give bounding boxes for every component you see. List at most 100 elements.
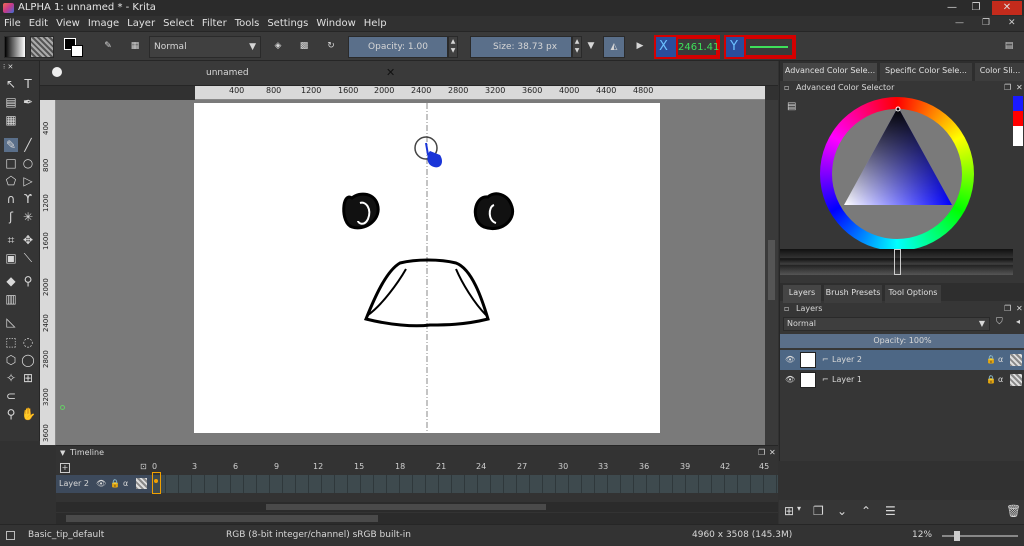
eraser-icon[interactable]: ◈: [267, 36, 289, 58]
tab-color-sliders[interactable]: Color Sli...: [975, 63, 1024, 81]
layer-opacity-slider[interactable]: Opacity: 100%: [780, 334, 1024, 348]
timeline-float-icon[interactable]: ❐: [758, 448, 765, 457]
menu-image[interactable]: Image: [84, 16, 123, 32]
menu-edit[interactable]: Edit: [25, 16, 52, 32]
timeline-add-icon[interactable]: +: [60, 463, 70, 473]
bezier-select-icon[interactable]: ⊂: [4, 389, 18, 403]
close-icon[interactable]: ✕: [992, 1, 1022, 15]
multibrush-icon[interactable]: ✳: [21, 210, 35, 224]
layers-checkbox-icon[interactable]: ▫: [784, 304, 789, 313]
timeline-frames-grid[interactable]: [153, 475, 778, 493]
edit-brush-icon[interactable]: ✎: [96, 36, 120, 58]
timeline-current-frame[interactable]: [152, 472, 161, 494]
minimize-icon[interactable]: —: [942, 1, 962, 15]
tab-advanced-color-selector[interactable]: Advanced Color Sele...: [783, 63, 877, 81]
gradient-preset-button[interactable]: [4, 36, 26, 58]
magic-wand-icon[interactable]: ✧: [4, 371, 18, 385]
select-shapes-icon[interactable]: ↖: [4, 77, 18, 91]
timeline-collapse-icon[interactable]: ▼: [60, 449, 65, 457]
dynamic-brush-icon[interactable]: ʃ: [4, 210, 18, 224]
menu-view[interactable]: View: [52, 16, 84, 32]
transform-tool-icon[interactable]: ▣: [4, 251, 18, 265]
line-tool-icon[interactable]: ╱: [21, 138, 35, 152]
rect-select-icon[interactable]: ⬚: [4, 335, 18, 349]
ellipse-tool-icon[interactable]: ○: [21, 156, 35, 170]
layer-lock-icon[interactable]: 🔒: [986, 350, 996, 370]
size-slider[interactable]: Size: 38.73 px: [470, 36, 572, 58]
visibility-eye-icon[interactable]: 👁: [785, 370, 795, 390]
layer-alpha-icon[interactable]: α: [998, 350, 1003, 370]
tab-specific-color-selector[interactable]: Specific Color Sele...: [880, 63, 972, 81]
visibility-eye-icon[interactable]: 👁: [785, 350, 795, 370]
preserve-alpha-icon[interactable]: ▩: [293, 36, 315, 58]
freehand-path-icon[interactable]: ϒ: [21, 192, 35, 206]
duplicate-layer-icon[interactable]: ❐: [813, 504, 824, 518]
move-layer-up-icon[interactable]: ⌃: [861, 504, 871, 518]
opacity-stepper[interactable]: ▲ ▼: [448, 36, 458, 58]
timeline-scrollbar-thumb[interactable]: [266, 504, 546, 510]
zoom-tool-icon[interactable]: ⚲: [4, 407, 18, 421]
layers-float-icon[interactable]: ❐: [1004, 304, 1011, 313]
restore-icon[interactable]: ❐: [966, 1, 986, 15]
tab-tool-options[interactable]: Tool Options: [885, 285, 941, 303]
color-selector-settings-icon[interactable]: ▤: [787, 101, 796, 112]
rectangle-tool-icon[interactable]: □: [4, 156, 18, 170]
tab-layers[interactable]: Layers: [783, 285, 821, 303]
fill-tool-icon[interactable]: ◆: [4, 274, 18, 288]
layer-options-icon[interactable]: ◂: [1016, 317, 1020, 326]
layer-blend-mode-select[interactable]: Normal ▼: [783, 317, 990, 331]
background-color-swatch[interactable]: [71, 45, 83, 57]
delete-layer-icon[interactable]: 🗑: [1006, 504, 1021, 518]
gradient-tool-icon[interactable]: ▦: [4, 113, 18, 127]
color-select-icon[interactable]: ⊞: [21, 371, 35, 385]
reload-preset-icon[interactable]: ↻: [320, 36, 342, 58]
layer-name[interactable]: Layer 2: [832, 350, 862, 370]
shade-selector-cursor[interactable]: [894, 249, 901, 275]
add-layer-icon[interactable]: ⊞: [784, 504, 794, 518]
polyline-tool-icon[interactable]: ▷: [21, 174, 35, 188]
layer-alpha-icon[interactable]: α: [998, 370, 1003, 390]
bezier-tool-icon[interactable]: ∩: [4, 192, 18, 206]
menu-minimize-icon[interactable]: —: [955, 18, 964, 28]
docker-checkbox-icon[interactable]: ▫: [784, 83, 789, 92]
menu-layer[interactable]: Layer: [123, 16, 159, 32]
crop-tool-icon[interactable]: ⌗: [4, 233, 18, 247]
timeline-eye-icon[interactable]: 👁: [96, 475, 106, 493]
layer-inherit-alpha-icon[interactable]: [1010, 374, 1022, 386]
timeline-lock-icon[interactable]: 🔒: [110, 475, 120, 493]
layer-filter-icon[interactable]: ⛉: [996, 317, 1003, 327]
menu-restore-icon[interactable]: ❐: [982, 18, 990, 28]
layer-inherit-alpha-icon[interactable]: [1010, 354, 1022, 366]
move-tool-icon[interactable]: ✥: [21, 233, 35, 247]
color-triangle[interactable]: [840, 105, 956, 209]
menu-help[interactable]: Help: [360, 16, 391, 32]
menu-close-icon[interactable]: ✕: [1008, 18, 1016, 28]
layer-lock-icon[interactable]: 🔒: [986, 370, 996, 390]
mirror-vertical-icon[interactable]: ▶: [629, 36, 651, 58]
toolbar-menu-icon[interactable]: ▤: [998, 36, 1020, 58]
pattern-preset-button[interactable]: [30, 36, 54, 58]
size-stepper[interactable]: ▲ ▼: [572, 36, 582, 58]
layer-name[interactable]: Layer 1: [832, 370, 862, 390]
edit-shapes-icon[interactable]: ▤: [4, 95, 18, 109]
color-history-strip[interactable]: [1013, 96, 1023, 146]
canvas-hscroll-thumb[interactable]: [66, 515, 378, 522]
pan-tool-icon[interactable]: ✋: [21, 407, 36, 421]
canvas-drawing[interactable]: [194, 103, 660, 433]
timeline-settings-icon[interactable]: ⊡: [140, 462, 147, 471]
measure-tool-icon[interactable]: ⟍: [21, 251, 35, 265]
y-coordinate-field[interactable]: Y: [724, 35, 796, 59]
scrollbar-thumb[interactable]: [768, 240, 775, 300]
zoom-slider-handle[interactable]: [954, 531, 960, 541]
layers-close-icon[interactable]: ✕: [1016, 304, 1023, 313]
timeline-layer-row[interactable]: Layer 2 👁 🔒 α: [56, 475, 153, 493]
blend-mode-select[interactable]: Normal ▼: [149, 36, 261, 58]
pattern-tool-icon[interactable]: ▥: [4, 292, 18, 306]
timeline-close-icon[interactable]: ✕: [769, 448, 776, 457]
color-picker-icon[interactable]: ⚲: [21, 274, 35, 288]
timeline-inherit-alpha-icon[interactable]: [136, 478, 147, 489]
x-coordinate-field[interactable]: X 2461.41: [654, 35, 720, 59]
layer-row[interactable]: 👁 ⌐ Layer 2 🔒 α: [780, 350, 1024, 370]
layer-row[interactable]: 👁 ⌐ Layer 1 🔒 α: [780, 370, 1024, 390]
menu-tools[interactable]: Tools: [231, 16, 264, 32]
